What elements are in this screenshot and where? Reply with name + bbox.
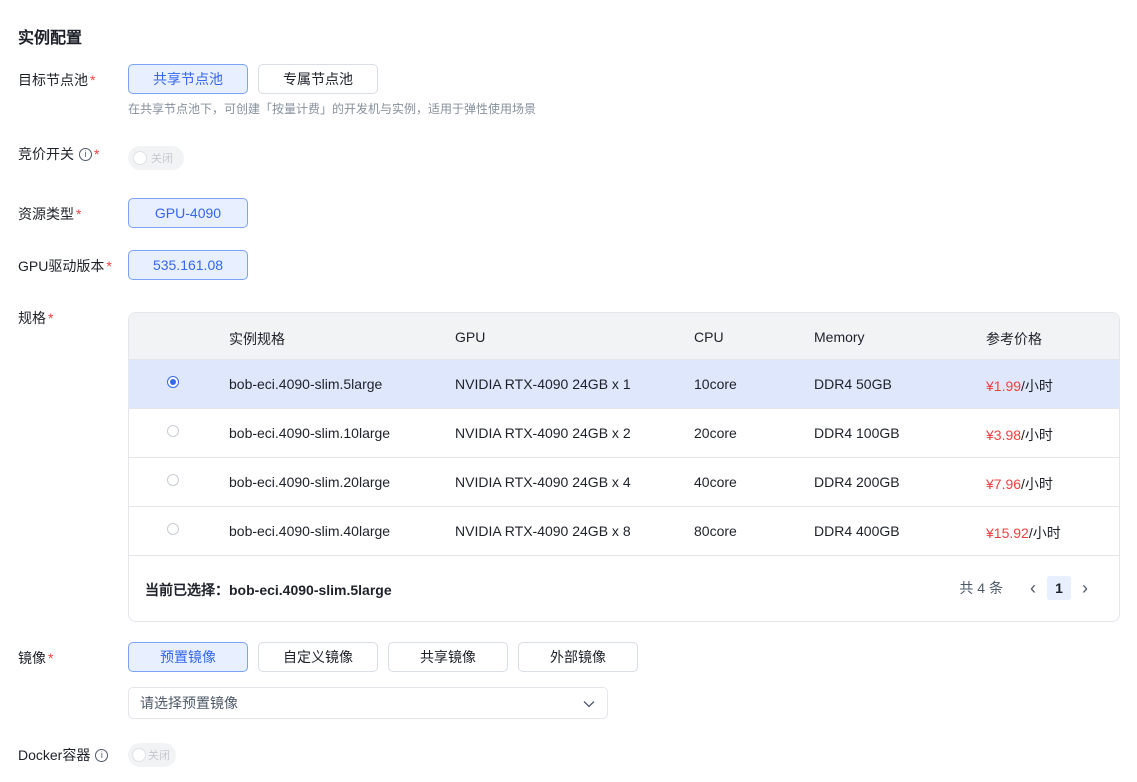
spec-price-unit: /小时 (1021, 476, 1053, 492)
spec-cpu: 80core (694, 523, 737, 539)
column-header-gpu: GPU (455, 329, 486, 345)
required-mark: * (90, 72, 96, 88)
spec-table: 实例规格 GPU CPU Memory 参考价格 bob-eci.4090-sl… (128, 312, 1120, 622)
column-header-spec: 实例规格 (229, 331, 285, 347)
preset-image-select[interactable]: 请选择预置镜像 (128, 687, 608, 719)
node-pool-label: 目标节点池 * (18, 70, 95, 90)
image-label: 镜像 * (18, 648, 53, 668)
spec-price-unit: /小时 (1021, 427, 1053, 443)
row-radio[interactable] (167, 523, 179, 535)
spec-price-cell: ¥15.92/小时 (986, 523, 1061, 543)
required-mark: * (48, 650, 54, 666)
table-row[interactable]: bob-eci.4090-slim.40large NVIDIA RTX-409… (129, 507, 1119, 556)
resource-type-label: 资源类型 * (18, 204, 81, 224)
gpu-driver-button[interactable]: 535.161.08 (128, 250, 248, 280)
table-header: 实例规格 GPU CPU Memory 参考价格 (129, 313, 1119, 360)
prev-page-icon[interactable]: ‹ (1021, 576, 1045, 600)
required-mark: * (76, 206, 82, 222)
spec-memory: DDR4 200GB (814, 474, 900, 490)
spec-gpu: NVIDIA RTX-4090 24GB x 4 (455, 474, 631, 490)
image-tab-preset[interactable]: 预置镜像 (128, 642, 248, 672)
column-header-price: 参考价格 (986, 331, 1042, 347)
pagination: 共 4 条 ‹ 1 › (959, 576, 1097, 600)
bidding-label: 竞价开关 i * (18, 144, 99, 164)
section-title: 实例配置 (18, 30, 83, 47)
image-label-text: 镜像 (18, 650, 46, 666)
next-page-icon[interactable]: › (1073, 576, 1097, 600)
spec-price-unit: /小时 (1028, 525, 1061, 541)
required-mark: * (106, 258, 112, 274)
spec-memory: DDR4 100GB (814, 425, 900, 441)
node-pool-hint: 在共享节点池下，可创建「按量计费」的开发机与实例，适用于弹性使用场景 (128, 102, 537, 116)
spec-price-cell: ¥1.99/小时 (986, 376, 1053, 396)
table-row[interactable]: bob-eci.4090-slim.10large NVIDIA RTX-409… (129, 409, 1119, 458)
spec-price-cell: ¥7.96/小时 (986, 474, 1053, 494)
row-radio[interactable] (167, 425, 179, 437)
node-pool-dedicated-button[interactable]: 专属节点池 (258, 64, 378, 94)
table-row[interactable]: bob-eci.4090-slim.20large NVIDIA RTX-409… (129, 458, 1119, 507)
toggle-label: 关闭 (151, 153, 173, 165)
spec-name: bob-eci.4090-slim.20large (229, 474, 391, 490)
row-radio[interactable] (167, 474, 179, 486)
column-header-memory: Memory (814, 329, 865, 345)
table-row[interactable]: bob-eci.4090-slim.5large NVIDIA RTX-4090… (129, 360, 1119, 409)
toggle-knob (134, 152, 146, 164)
required-mark: * (94, 146, 100, 162)
image-tab-custom[interactable]: 自定义镜像 (258, 642, 378, 672)
node-pool-label-text: 目标节点池 (18, 72, 88, 88)
spec-memory: DDR4 50GB (814, 376, 892, 392)
resource-type-button[interactable]: GPU-4090 (128, 198, 248, 228)
resource-type-label-text: 资源类型 (18, 206, 74, 222)
spec-price-cell: ¥3.98/小时 (986, 425, 1053, 445)
node-pool-shared-button[interactable]: 共享节点池 (128, 64, 248, 94)
required-mark: * (48, 310, 54, 326)
image-tab-shared[interactable]: 共享镜像 (388, 642, 508, 672)
spec-gpu: NVIDIA RTX-4090 24GB x 2 (455, 425, 631, 441)
spec-gpu: NVIDIA RTX-4090 24GB x 8 (455, 523, 631, 539)
docker-toggle[interactable]: 关闭 (128, 743, 176, 767)
current-selection: 当前已选择：bob-eci.4090-slim.5large (145, 582, 392, 598)
spec-price-unit: /小时 (1021, 378, 1053, 394)
toggle-knob (133, 749, 145, 761)
spec-cpu: 10core (694, 376, 737, 392)
spec-memory: DDR4 400GB (814, 523, 900, 539)
spec-label: 规格 * (18, 308, 53, 328)
column-header-cpu: CPU (694, 329, 724, 345)
total-count: 共 4 条 (959, 580, 1003, 596)
chevron-down-icon (583, 695, 595, 711)
toggle-label: 关闭 (148, 750, 170, 762)
spec-name: bob-eci.4090-slim.5large (229, 376, 383, 392)
info-icon[interactable]: i (95, 748, 109, 762)
image-tab-external[interactable]: 外部镜像 (518, 642, 638, 672)
bidding-toggle[interactable]: 关闭 (128, 146, 184, 170)
current-page-button[interactable]: 1 (1047, 576, 1071, 600)
select-placeholder: 请选择预置镜像 (140, 695, 238, 711)
spec-price: ¥1.99 (986, 378, 1022, 394)
spec-cpu: 20core (694, 425, 737, 441)
spec-name: bob-eci.4090-slim.10large (229, 425, 391, 441)
spec-price: ¥3.98 (986, 427, 1022, 443)
spec-label-text: 规格 (18, 310, 46, 326)
gpu-driver-label-text: GPU驱动版本 (18, 258, 105, 274)
spec-price: ¥15.92 (986, 525, 1029, 541)
docker-label-text: Docker容器 (18, 747, 91, 763)
spec-gpu: NVIDIA RTX-4090 24GB x 1 (455, 376, 631, 392)
row-radio[interactable] (167, 376, 179, 388)
spec-cpu: 40core (694, 474, 737, 490)
spec-name: bob-eci.4090-slim.40large (229, 523, 391, 539)
info-icon[interactable]: i (79, 147, 92, 161)
spec-price: ¥7.96 (986, 476, 1022, 492)
bidding-label-text: 竞价开关 (18, 146, 74, 162)
docker-label: Docker容器 i (18, 745, 109, 765)
gpu-driver-label: GPU驱动版本 * (18, 256, 112, 276)
